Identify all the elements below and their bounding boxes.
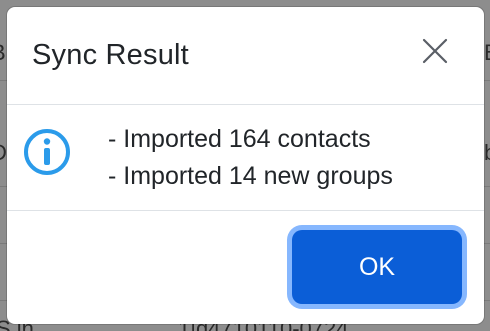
message-list: - Imported 164 contacts - Imported 14 ne…: [108, 121, 393, 195]
background-text: B: [0, 40, 6, 66]
ok-button[interactable]: OK: [292, 230, 462, 304]
background-text: B: [484, 40, 490, 66]
message-line: - Imported 14 new groups: [108, 162, 393, 190]
background-text: b: [484, 140, 490, 166]
ok-button-label: OK: [358, 252, 396, 281]
dialog-header: Sync Result: [7, 7, 484, 105]
message-line: - Imported 164 contacts: [108, 125, 371, 153]
sync-result-dialog: Sync Result - Imported 164 contacts - Im…: [7, 7, 484, 324]
dialog-body: - Imported 164 contacts - Imported 14 ne…: [7, 105, 484, 211]
info-circle-icon: [24, 129, 70, 175]
close-icon: [422, 38, 448, 64]
dialog-title: Sync Result: [32, 39, 189, 71]
background-text: D: [0, 140, 7, 166]
close-button[interactable]: [417, 33, 453, 69]
dialog-footer: OK: [7, 211, 484, 324]
